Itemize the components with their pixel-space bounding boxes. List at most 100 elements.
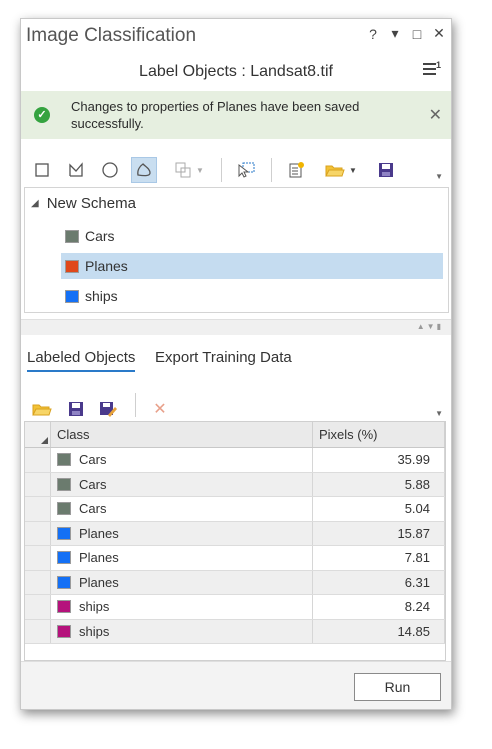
collapse-icon[interactable]: ◢ (31, 198, 39, 209)
splitter-arrows-icon[interactable]: ▲▼▮ (417, 322, 443, 331)
class-color-swatch (57, 502, 71, 516)
class-name: Planes (79, 550, 119, 566)
class-name: ships (79, 599, 110, 615)
class-name: ships (79, 623, 110, 639)
class-cell: Planes (50, 521, 313, 546)
pixels-cell: 8.24 (312, 594, 445, 620)
table-row[interactable]: ships 8.24 (25, 594, 445, 620)
schema-item-cars[interactable]: Cars (61, 223, 443, 249)
schema-tree: ◢ New Schema Cars Planes ships (24, 187, 449, 313)
menu-icon[interactable]: 1 (423, 60, 441, 79)
labeled-objects-table: Class Pixels (%) Cars 35.99 Cars 5.88 Cars 5.… (24, 421, 446, 661)
table-row[interactable]: Cars 5.88 (25, 472, 445, 497)
table-row[interactable]: Planes 15.87 (25, 521, 445, 546)
panel-splitter[interactable]: ▲▼▮ (21, 319, 451, 335)
schema-root[interactable]: ◢ New Schema (31, 195, 136, 212)
column-header-pixels[interactable]: Pixels (%) (312, 422, 445, 448)
schema-item-planes[interactable]: Planes (61, 253, 443, 279)
class-color-swatch (57, 575, 71, 589)
class-cell: ships (50, 594, 313, 620)
toolbar-separator (271, 158, 272, 182)
table-row[interactable]: Planes 7.81 (25, 545, 445, 571)
polygon-tool-icon[interactable] (63, 157, 89, 183)
row-selector[interactable] (25, 447, 51, 473)
pane-subtitle: Label Objects : Landsat8.tif (139, 63, 333, 80)
tab-export-training-data[interactable]: Export Training Data (155, 349, 292, 370)
table-row[interactable]: Cars 35.99 (25, 447, 445, 473)
success-notification: ✓ Changes to properties of Planes have b… (21, 91, 451, 139)
pixels-cell: 5.88 (312, 472, 445, 497)
pixels-cell: 14.85 (312, 619, 445, 644)
table-row[interactable]: Cars 5.04 (25, 496, 445, 522)
row-selector[interactable] (25, 570, 51, 595)
row-selector[interactable] (25, 594, 51, 620)
table-row[interactable]: Planes 6.31 (25, 570, 445, 595)
freehand-tool-icon[interactable] (131, 157, 157, 183)
class-name: Cars (79, 476, 107, 492)
class-color-swatch (57, 624, 71, 638)
class-cell: Planes (50, 570, 313, 595)
dismiss-notification-icon[interactable]: ✕ (429, 105, 442, 125)
circle-tool-icon[interactable] (97, 157, 123, 183)
schema-item-label: Planes (85, 258, 128, 274)
schema-item-label: Cars (85, 228, 115, 244)
class-name: Planes (79, 574, 119, 590)
pixels-cell: 6.31 (312, 570, 445, 595)
row-selector[interactable] (25, 619, 51, 644)
pane-title: Image Classification (26, 25, 197, 46)
tab-bar: Labeled Objects Export Training Data (21, 345, 451, 375)
select-all-corner[interactable] (25, 422, 51, 448)
pixels-cell: 35.99 (312, 447, 445, 473)
table-row[interactable]: ships 14.85 (25, 619, 445, 644)
class-color-swatch (65, 229, 79, 243)
class-color-swatch (57, 453, 71, 467)
schema-root-label: New Schema (46, 195, 136, 212)
class-color-swatch (57, 551, 71, 565)
pixels-cell: 7.81 (312, 545, 445, 571)
row-selector[interactable] (25, 472, 51, 497)
schema-item-ships[interactable]: ships (61, 283, 443, 309)
select-tool-icon[interactable] (233, 157, 259, 183)
help-icon[interactable]: ? (367, 26, 379, 42)
class-name: Planes (79, 525, 119, 541)
run-button[interactable]: Run (354, 673, 441, 701)
open-schema-dropdown[interactable]: ▼ (319, 157, 363, 183)
options-dropdown-icon[interactable]: ▾ (389, 25, 401, 42)
class-color-swatch (57, 526, 71, 540)
tab-labeled-objects[interactable]: Labeled Objects (27, 349, 136, 372)
pixels-cell: 15.87 (312, 521, 445, 546)
pane-footer: Run (21, 661, 451, 709)
row-selector[interactable] (25, 545, 51, 571)
class-cell: Cars (50, 472, 313, 497)
save-schema-icon[interactable] (373, 157, 399, 183)
pixels-cell: 5.04 (312, 496, 445, 522)
labeling-toolbar: ▼ ▼ ▼ (21, 152, 451, 188)
rectangle-tool-icon[interactable] (29, 157, 55, 183)
close-icon[interactable]: ✕ (433, 25, 445, 42)
delete-label-icon[interactable]: ✕ (147, 396, 173, 422)
class-cell: Planes (50, 545, 313, 571)
save-as-labels-icon[interactable] (95, 396, 121, 422)
toolbar-separator (135, 393, 136, 417)
row-selector[interactable] (25, 496, 51, 522)
class-cell: Cars (50, 496, 313, 522)
schema-item-label: ships (85, 288, 118, 304)
column-header-class[interactable]: Class (50, 422, 313, 448)
class-cell: Cars (50, 447, 313, 473)
notification-message: Changes to properties of Planes have bee… (71, 99, 360, 131)
maximize-icon[interactable]: □ (411, 26, 423, 42)
toolbar-overflow-icon[interactable]: ▼ (435, 172, 443, 181)
toolbar-overflow-icon[interactable]: ▼ (435, 409, 443, 418)
row-selector[interactable] (25, 521, 51, 546)
class-color-swatch (57, 600, 71, 614)
success-check-icon: ✓ (34, 107, 50, 123)
class-color-swatch (65, 289, 79, 303)
class-cell: ships (50, 619, 313, 644)
image-classification-pane: Image Classification ? ▾ □ ✕ Label Objec… (20, 18, 452, 710)
segment-tool-dropdown[interactable]: ▼ (167, 157, 211, 183)
class-name: Cars (79, 501, 107, 517)
save-labels-icon[interactable] (63, 396, 89, 422)
new-schema-icon[interactable] (283, 157, 309, 183)
toolbar-separator (221, 158, 222, 182)
open-labels-icon[interactable] (29, 396, 55, 422)
